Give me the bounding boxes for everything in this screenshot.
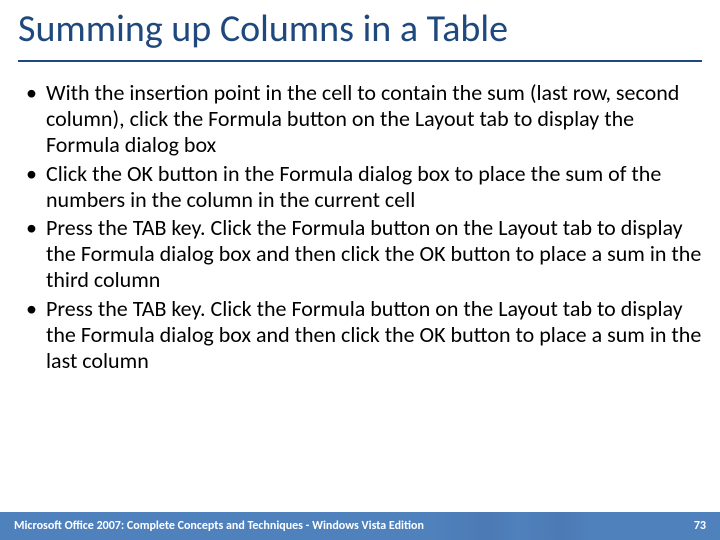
footer-text: Microsoft Office 2007: Complete Concepts… (14, 519, 424, 533)
list-item: Press the TAB key. Click the Formula but… (18, 215, 702, 293)
page-number: 73 (694, 519, 706, 533)
list-item: Press the TAB key. Click the Formula but… (18, 296, 702, 374)
list-item: With the insertion point in the cell to … (18, 80, 702, 158)
slide-footer: Microsoft Office 2007: Complete Concepts… (0, 512, 720, 540)
list-item: Click the OK button in the Formula dialo… (18, 161, 702, 213)
slide-container: Summing up Columns in a Table With the i… (0, 0, 720, 540)
bullet-list: With the insertion point in the cell to … (18, 80, 702, 374)
slide-title: Summing up Columns in a Table (18, 8, 702, 62)
